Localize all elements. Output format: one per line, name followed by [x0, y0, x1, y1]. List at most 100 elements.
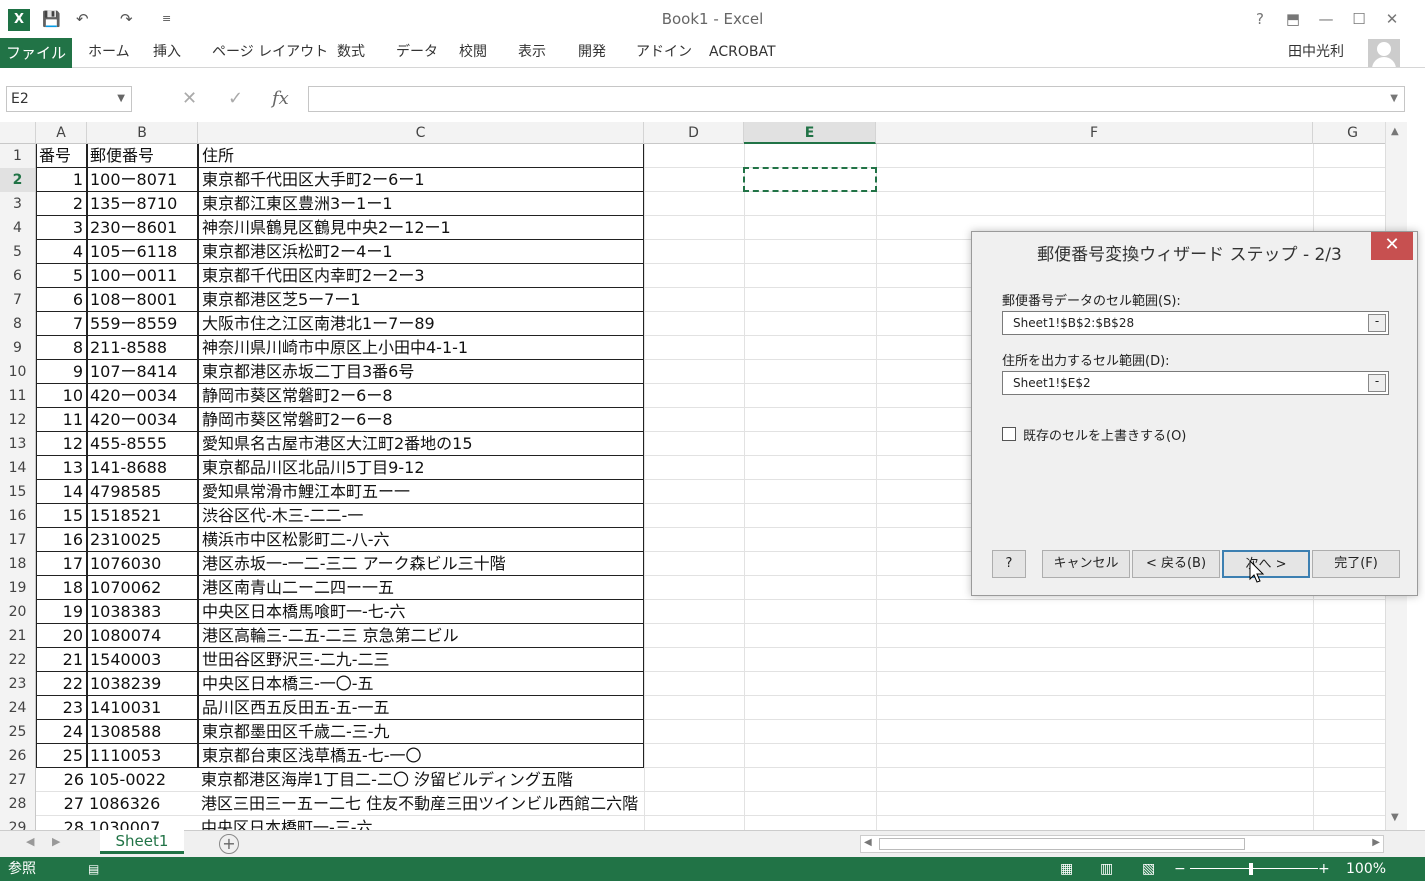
- cell-number[interactable]: 7: [36, 312, 87, 336]
- cell-zipcode[interactable]: 1086326: [87, 792, 198, 816]
- insert-function-icon[interactable]: fx: [272, 87, 289, 111]
- cell-address[interactable]: 港区南青山二ー二四ー一五: [198, 576, 644, 600]
- scroll-up-icon[interactable]: ▲: [1391, 126, 1399, 137]
- tab-review[interactable]: 校閲: [459, 38, 487, 68]
- tab-view[interactable]: 表示: [518, 38, 546, 68]
- tab-data[interactable]: データ: [396, 38, 438, 68]
- cell-number[interactable]: 3: [36, 216, 87, 240]
- cell-zipcode[interactable]: 108ー8001: [87, 288, 198, 312]
- page-break-view-icon[interactable]: ▧: [1142, 857, 1155, 881]
- cell-address[interactable]: 横浜市中区松影町二-八-六: [198, 528, 644, 552]
- zoom-level[interactable]: 100%: [1346, 857, 1386, 881]
- row-header[interactable]: 18: [0, 552, 36, 576]
- collapse-dialog-icon[interactable]: -: [1368, 314, 1386, 332]
- cell-zipcode[interactable]: 1540003: [87, 648, 198, 672]
- cancel-icon[interactable]: ✕: [182, 87, 197, 111]
- column-header-f[interactable]: F: [876, 122, 1313, 144]
- cell-zipcode[interactable]: 1030007: [87, 816, 198, 830]
- cell-address[interactable]: 世田谷区野沢三-二九-二三: [198, 648, 644, 672]
- cell-zipcode[interactable]: 1076030: [87, 552, 198, 576]
- cell-zipcode[interactable]: 1308588: [87, 720, 198, 744]
- column-header-a[interactable]: A: [36, 122, 87, 144]
- cell-zipcode[interactable]: 420ー0034: [87, 408, 198, 432]
- cell-address[interactable]: 東京都港区赤坂二丁目3番6号: [198, 360, 644, 384]
- cell-address[interactable]: 港区高輪三-二五-二三 京急第二ビル: [198, 624, 644, 648]
- cell-address[interactable]: 東京都千代田区大手町2ー6ー1: [198, 168, 644, 192]
- close-button[interactable]: ✕: [1377, 8, 1407, 30]
- row-header[interactable]: 9: [0, 336, 36, 360]
- help-button[interactable]: ?: [1245, 8, 1275, 30]
- cell-zipcode[interactable]: 105-0022: [87, 768, 198, 792]
- column-header-d[interactable]: D: [644, 122, 744, 144]
- cell-number[interactable]: 11: [36, 408, 87, 432]
- horizontal-scrollbar[interactable]: ◀ ▶: [860, 835, 1384, 853]
- row-header[interactable]: 25: [0, 720, 36, 744]
- cell-number[interactable]: 17: [36, 552, 87, 576]
- chevron-down-icon[interactable]: ▼: [117, 87, 125, 111]
- output-range-input[interactable]: Sheet1!$E$2-: [1002, 371, 1389, 395]
- cell-address[interactable]: 中央区日本橋三-一〇-五: [198, 672, 644, 696]
- cell-number[interactable]: 21: [36, 648, 87, 672]
- cell-number[interactable]: 23: [36, 696, 87, 720]
- cell-address[interactable]: 東京都台東区浅草橋五-七-一〇: [198, 744, 644, 768]
- row-header[interactable]: 8: [0, 312, 36, 336]
- zoom-slider-thumb[interactable]: [1249, 863, 1253, 875]
- cell-zipcode[interactable]: 420ー0034: [87, 384, 198, 408]
- cell-number[interactable]: 8: [36, 336, 87, 360]
- cell-zipcode[interactable]: 105ー6118: [87, 240, 198, 264]
- zoom-out-icon[interactable]: −: [1174, 857, 1186, 881]
- cancel-button[interactable]: キャンセル: [1042, 550, 1130, 578]
- row-header[interactable]: 4: [0, 216, 36, 240]
- cell-number[interactable]: 1: [36, 168, 87, 192]
- row-header[interactable]: 21: [0, 624, 36, 648]
- cell-zipcode[interactable]: 4798585: [87, 480, 198, 504]
- collapse-dialog-icon[interactable]: -: [1368, 374, 1386, 392]
- tab-formulas[interactable]: 数式: [337, 38, 365, 68]
- cell-zipcode[interactable]: 230ー8601: [87, 216, 198, 240]
- next-sheet-icon[interactable]: ▶: [52, 835, 60, 848]
- tab-file[interactable]: ファイル: [0, 38, 72, 68]
- cell-number[interactable]: 28: [36, 816, 87, 830]
- tab-page-layout[interactable]: ページ レイアウト: [212, 38, 328, 68]
- cell-address[interactable]: 神奈川県鶴見区鶴見中央2ー12ー1: [198, 216, 644, 240]
- select-all-corner[interactable]: [0, 122, 36, 144]
- back-button[interactable]: < 戻る(B): [1132, 550, 1220, 578]
- cell-number[interactable]: 26: [36, 768, 87, 792]
- cell-number[interactable]: 13: [36, 456, 87, 480]
- normal-view-icon[interactable]: ▦: [1060, 857, 1073, 881]
- expand-formula-icon[interactable]: ▼: [1390, 93, 1398, 104]
- tab-addins[interactable]: アドイン: [636, 38, 692, 68]
- cell-address[interactable]: 東京都江東区豊洲3ー1ー1: [198, 192, 644, 216]
- column-header-c[interactable]: C: [198, 122, 644, 144]
- selected-cell-e2[interactable]: [743, 167, 877, 192]
- row-header[interactable]: 14: [0, 456, 36, 480]
- cell-zipcode[interactable]: 郵便番号: [87, 144, 198, 168]
- cell-address[interactable]: 東京都港区芝5ー7ー1: [198, 288, 644, 312]
- cell-zipcode[interactable]: 1110053: [87, 744, 198, 768]
- cell-address[interactable]: 神奈川県川崎市中原区上小田中4-1-1: [198, 336, 644, 360]
- cell-number[interactable]: 14: [36, 480, 87, 504]
- cell-number[interactable]: 12: [36, 432, 87, 456]
- add-sheet-icon[interactable]: +: [219, 834, 239, 854]
- cell-address[interactable]: 品川区西五反田五-五-一五: [198, 696, 644, 720]
- scroll-down-icon[interactable]: ▼: [1391, 812, 1399, 823]
- row-header[interactable]: 26: [0, 744, 36, 768]
- cell-zipcode[interactable]: 141-8688: [87, 456, 198, 480]
- cell-number[interactable]: 2: [36, 192, 87, 216]
- row-header[interactable]: 1: [0, 144, 36, 168]
- row-header[interactable]: 5: [0, 240, 36, 264]
- user-name[interactable]: 田中光利: [1288, 42, 1344, 62]
- cell-zipcode[interactable]: 559ー8559: [87, 312, 198, 336]
- cell-address[interactable]: 東京都港区海岸1丁目二-二〇 汐留ビルディング五階: [198, 768, 644, 792]
- cell-zipcode[interactable]: 1038383: [87, 600, 198, 624]
- scroll-right-icon[interactable]: ▶: [1372, 837, 1380, 848]
- cell-zipcode[interactable]: 1038239: [87, 672, 198, 696]
- zip-range-input[interactable]: Sheet1!$B$2:$B$28-: [1002, 311, 1389, 335]
- row-header[interactable]: 28: [0, 792, 36, 816]
- name-box[interactable]: E2 ▼: [6, 86, 132, 112]
- cell-number[interactable]: 27: [36, 792, 87, 816]
- row-header[interactable]: 22: [0, 648, 36, 672]
- cell-zipcode[interactable]: 211-8588: [87, 336, 198, 360]
- cell-number[interactable]: 16: [36, 528, 87, 552]
- row-header[interactable]: 23: [0, 672, 36, 696]
